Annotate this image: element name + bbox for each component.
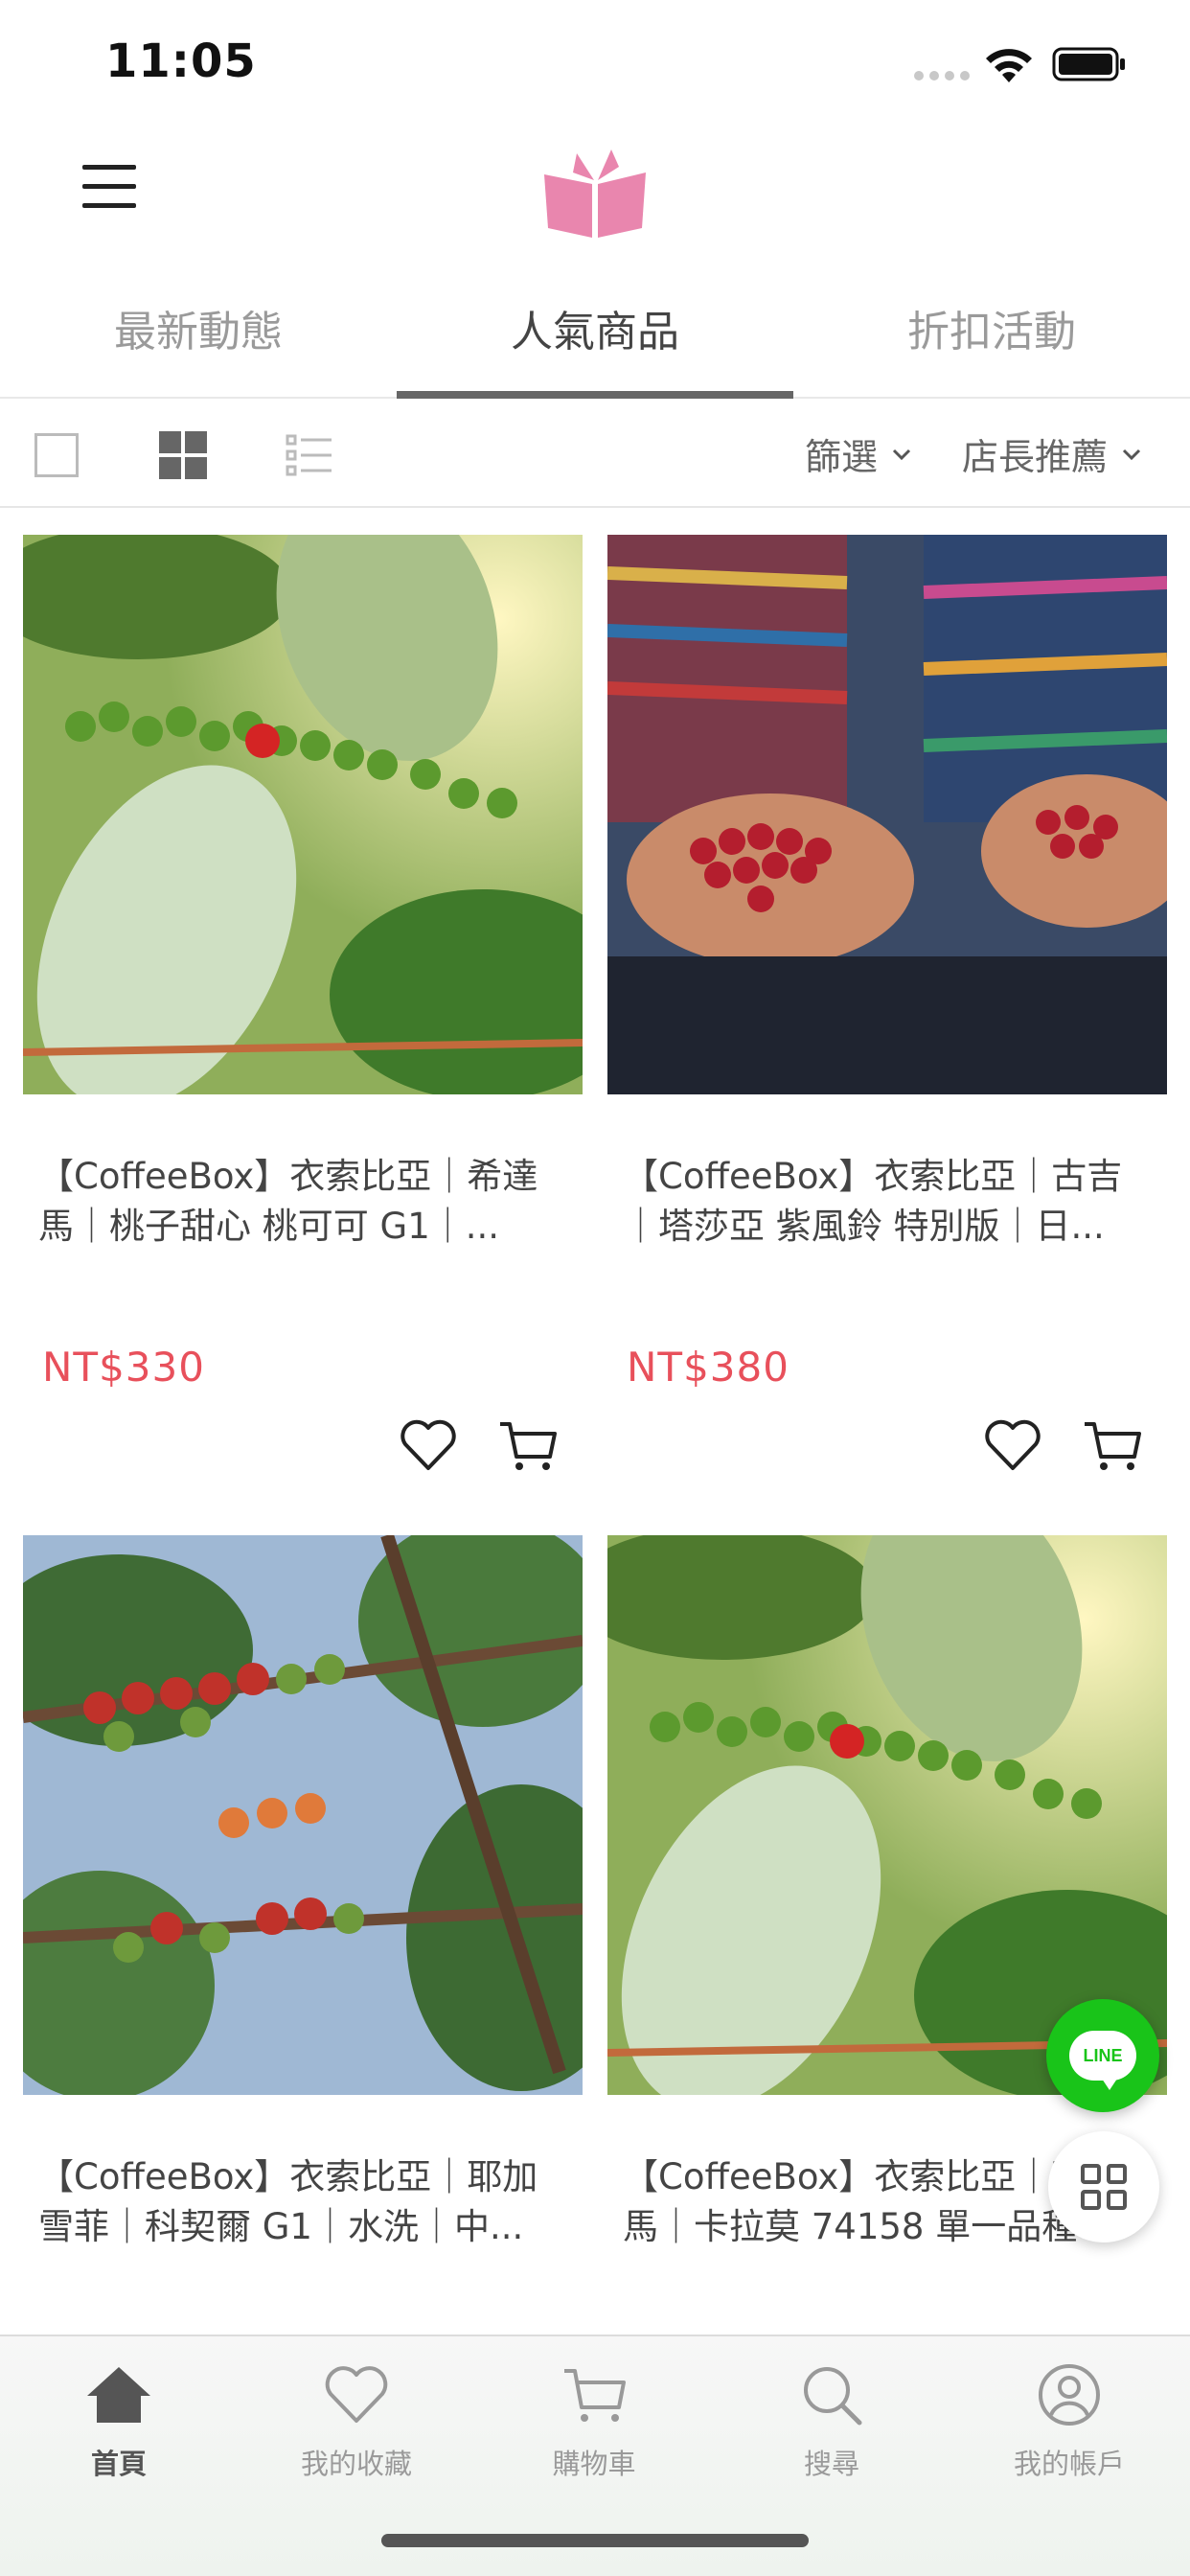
nav-favorites[interactable]: 我的收藏 (261, 2359, 452, 2482)
product-card[interactable]: 【CoffeeBox】衣索比亞｜希達馬｜桃子甜心 桃可可 G1｜... NT$3… (23, 535, 583, 1470)
tab-latest-news[interactable]: 最新動態 (0, 274, 397, 397)
sort-dropdown[interactable]: 店長推薦 (962, 427, 1142, 480)
add-to-cart-icon[interactable] (1081, 1414, 1144, 1478)
line-chat-button[interactable]: LINE (1046, 1999, 1159, 2112)
book-gift-logo-icon[interactable] (538, 146, 652, 242)
view-toolbar: 篩選 店長推薦 (0, 401, 1190, 508)
grid-view-icon[interactable] (159, 431, 207, 479)
nav-favorites-label: 我的收藏 (300, 2448, 412, 2480)
product-image-coffee-cherries[interactable] (23, 535, 583, 1094)
line-icon: LINE (1069, 2031, 1136, 2090)
add-to-cart-icon[interactable] (496, 1414, 560, 1478)
product-title[interactable]: 【CoffeeBox】衣索比亞｜希達馬｜桃子甜心 桃可可 G1｜... (23, 1152, 583, 1252)
home-indicator[interactable] (381, 2534, 809, 2547)
list-view-icon[interactable] (286, 433, 333, 477)
nav-search[interactable]: 搜尋 (736, 2359, 927, 2482)
heart-icon (325, 2366, 388, 2423)
product-actions (981, 1414, 1144, 1482)
app-header (0, 126, 1190, 261)
nav-home-label: 首頁 (90, 2448, 147, 2480)
account-icon (1039, 2364, 1100, 2426)
search-icon (804, 2367, 862, 2426)
quick-menu-button[interactable] (1048, 2131, 1159, 2242)
tab-popular-products[interactable]: 人氣商品 (397, 274, 793, 399)
product-price: NT$330 (42, 1344, 205, 1391)
home-icon (87, 2367, 150, 2423)
product-card[interactable]: 【CoffeeBox】衣索比亞｜耶加雪菲｜科契爾 G1｜水洗｜中... (23, 1535, 583, 2252)
filter-dropdown[interactable]: 篩選 (805, 427, 912, 480)
chevron-down-icon (1122, 448, 1141, 460)
single-view-icon[interactable] (34, 433, 79, 477)
nav-account-label: 我的帳戶 (1013, 2448, 1125, 2480)
add-to-favorites-heart-icon[interactable] (397, 1414, 460, 1478)
add-to-favorites-heart-icon[interactable] (981, 1414, 1044, 1478)
battery-icon (1052, 47, 1125, 81)
product-actions (397, 1414, 560, 1482)
product-image-coffee-branch[interactable] (23, 1535, 583, 2095)
product-image-hands-coffee-cherries[interactable] (607, 535, 1167, 1094)
sort-label: 店長推薦 (962, 436, 1109, 478)
nav-search-label: 搜尋 (803, 2448, 859, 2480)
hamburger-menu-icon[interactable] (82, 165, 136, 218)
product-title[interactable]: 【CoffeeBox】衣索比亞｜耶加雪菲｜科契爾 G1｜水洗｜中... (23, 2152, 583, 2252)
chevron-down-icon (892, 448, 911, 460)
cellular-signal-icon (914, 71, 970, 80)
product-card[interactable]: 【CoffeeBox】衣索比亞｜古吉｜塔莎亞 紫風鈴 特別版｜日... NT$3… (607, 535, 1167, 1470)
nav-cart-label: 購物車 (552, 2448, 636, 2480)
nav-home[interactable]: 首頁 (23, 2359, 215, 2482)
nav-account[interactable]: 我的帳戶 (973, 2359, 1165, 2482)
filter-label: 篩選 (805, 436, 879, 478)
category-tabs: 最新動態 人氣商品 折扣活動 (0, 274, 1190, 399)
status-bar: 11:05 (0, 0, 1190, 126)
nav-cart[interactable]: 購物車 (498, 2359, 690, 2482)
product-title[interactable]: 【CoffeeBox】衣索比亞｜古吉｜塔莎亞 紫風鈴 特別版｜日... (607, 1152, 1167, 1252)
tab-discount-events[interactable]: 折扣活動 (793, 274, 1190, 397)
grid-menu-icon (1081, 2164, 1127, 2210)
cart-icon (564, 2369, 626, 2422)
product-price: NT$380 (627, 1344, 790, 1391)
wifi-icon (986, 49, 1032, 82)
status-time: 11:05 (105, 34, 257, 88)
